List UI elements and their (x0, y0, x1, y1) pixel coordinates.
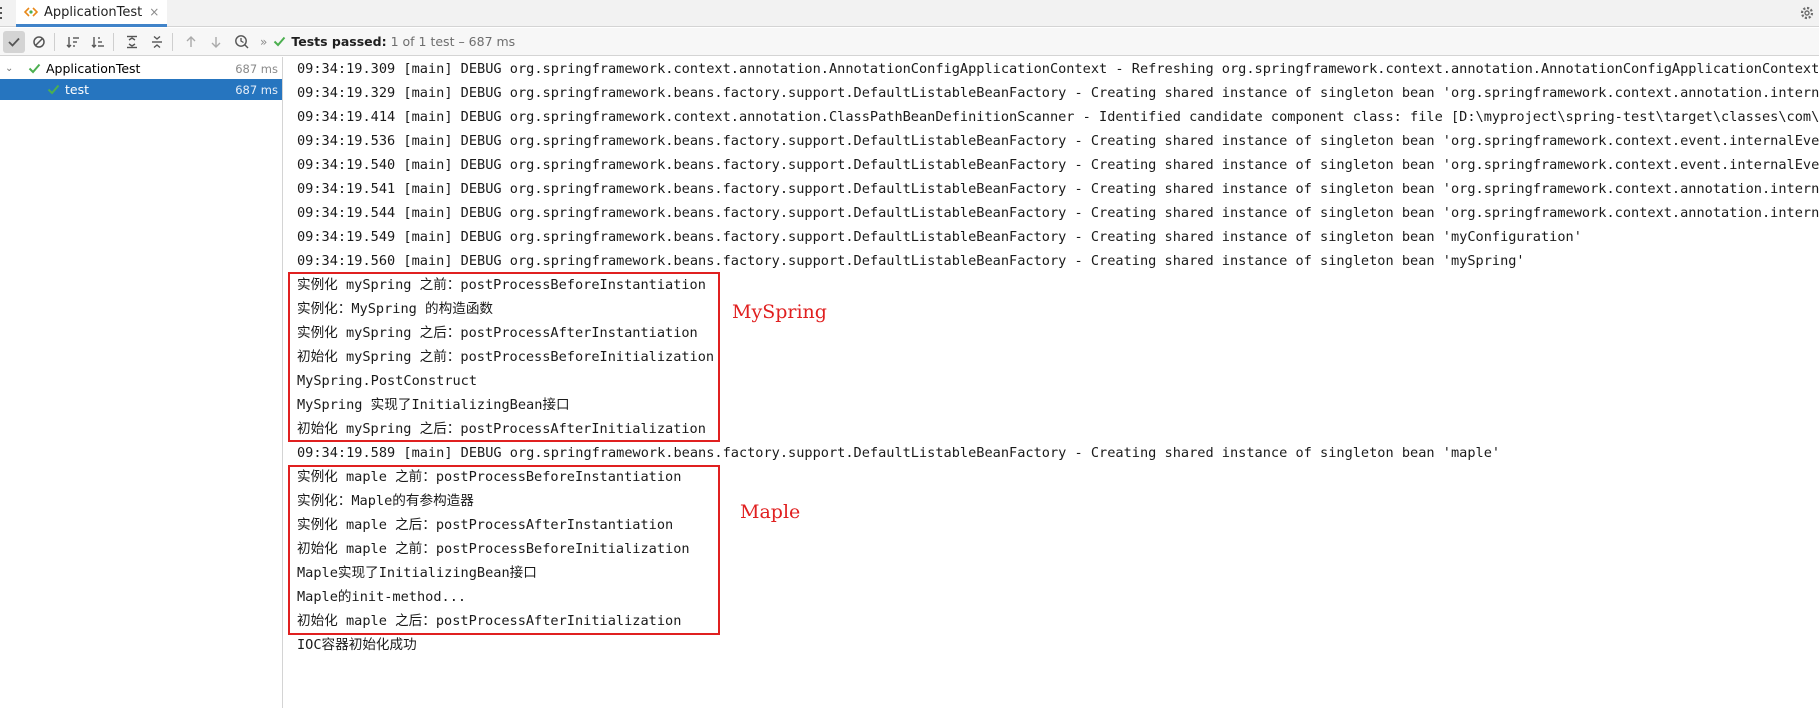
toolbar-separator (113, 32, 114, 51)
prev-failed-icon (186, 35, 196, 47)
pass-check-icon (274, 36, 286, 47)
sort-duration-icon (91, 36, 104, 48)
editor-tab-bar: ApplicationTest × (0, 0, 1819, 27)
myspring-highlight-box (288, 272, 720, 442)
tab-class-icon (24, 5, 38, 19)
tree-item-label: ApplicationTest (46, 61, 141, 76)
toolbar-overflow-chevron[interactable]: » (260, 35, 267, 49)
close-icon[interactable]: × (149, 5, 159, 19)
tab-application-test[interactable]: ApplicationTest × (16, 0, 168, 27)
test-runner-toolbar: » Tests passed: 1 of 1 test – 687 ms (0, 28, 1819, 56)
expand-all-button[interactable] (121, 31, 143, 53)
tree-item-time: 687 ms (235, 61, 278, 76)
maple-annotation: Maple (740, 501, 801, 523)
status-detail: 1 of 1 test – 687 ms (390, 34, 516, 49)
console-line: 09:34:19.329 [main] DEBUG org.springfram… (297, 85, 1819, 101)
test-tree-panel: ⌄ ApplicationTest 687 ms test 687 ms (0, 57, 283, 708)
gear-icon[interactable] (1799, 5, 1815, 21)
myspring-annotation: MySpring (732, 301, 827, 323)
console-line: 09:34:19.544 [main] DEBUG org.springfram… (297, 205, 1819, 221)
expand-all-icon (127, 35, 137, 48)
test-status: Tests passed: 1 of 1 test – 687 ms (273, 34, 515, 49)
console-line: IOC容器初始化成功 (297, 637, 417, 653)
console-line: 09:34:19.540 [main] DEBUG org.springfram… (297, 157, 1819, 173)
show-ignored-icon (33, 35, 45, 48)
show-passed-button[interactable] (3, 30, 25, 53)
collapse-all-icon (152, 35, 162, 48)
console-output[interactable]: 09:34:19.309 [main] DEBUG org.springfram… (284, 57, 1819, 708)
sort-alphabetically-button[interactable] (62, 31, 84, 53)
test-history-icon (234, 35, 248, 49)
tree-item-time: 687 ms (235, 82, 278, 97)
tree-item-test[interactable]: test 687 ms (0, 79, 282, 100)
console-line: 09:34:19.541 [main] DEBUG org.springfram… (297, 181, 1819, 197)
test-history-button[interactable] (230, 31, 252, 53)
console-line: 09:34:19.549 [main] DEBUG org.springfram… (297, 229, 1582, 245)
console-line: 09:34:19.560 [main] DEBUG org.springfram… (297, 253, 1525, 269)
console-line: 09:34:19.309 [main] DEBUG org.springfram… (297, 61, 1819, 77)
next-failed-icon (211, 36, 221, 48)
previous-failed-button[interactable] (180, 31, 202, 53)
tab-label: ApplicationTest (44, 4, 143, 20)
console-line: 09:34:19.589 [main] DEBUG org.springfram… (297, 445, 1501, 461)
expand-chevron-icon[interactable]: ⌄ (5, 63, 15, 74)
sort-by-duration-button[interactable] (87, 31, 109, 53)
console-line: 09:34:19.414 [main] DEBUG org.springfram… (297, 109, 1819, 125)
collapse-all-button[interactable] (146, 31, 168, 53)
show-passed-icon (8, 37, 20, 47)
tree-item-application-test[interactable]: ⌄ ApplicationTest 687 ms (0, 58, 282, 79)
status-passed-label: Tests passed: (291, 34, 387, 49)
console-line: 09:34:19.536 [main] DEBUG org.springfram… (297, 133, 1819, 149)
tree-item-label: test (65, 82, 90, 97)
pass-check-icon (46, 83, 60, 97)
maple-highlight-box (288, 465, 720, 635)
pass-check-icon (27, 62, 41, 76)
show-ignored-button[interactable] (28, 31, 50, 53)
sort-alpha-icon (66, 36, 79, 48)
tab-overflow-marker-icon[interactable] (0, 6, 3, 20)
toolbar-separator (172, 32, 173, 51)
next-failed-button[interactable] (205, 31, 227, 53)
toolbar-separator (54, 32, 55, 51)
